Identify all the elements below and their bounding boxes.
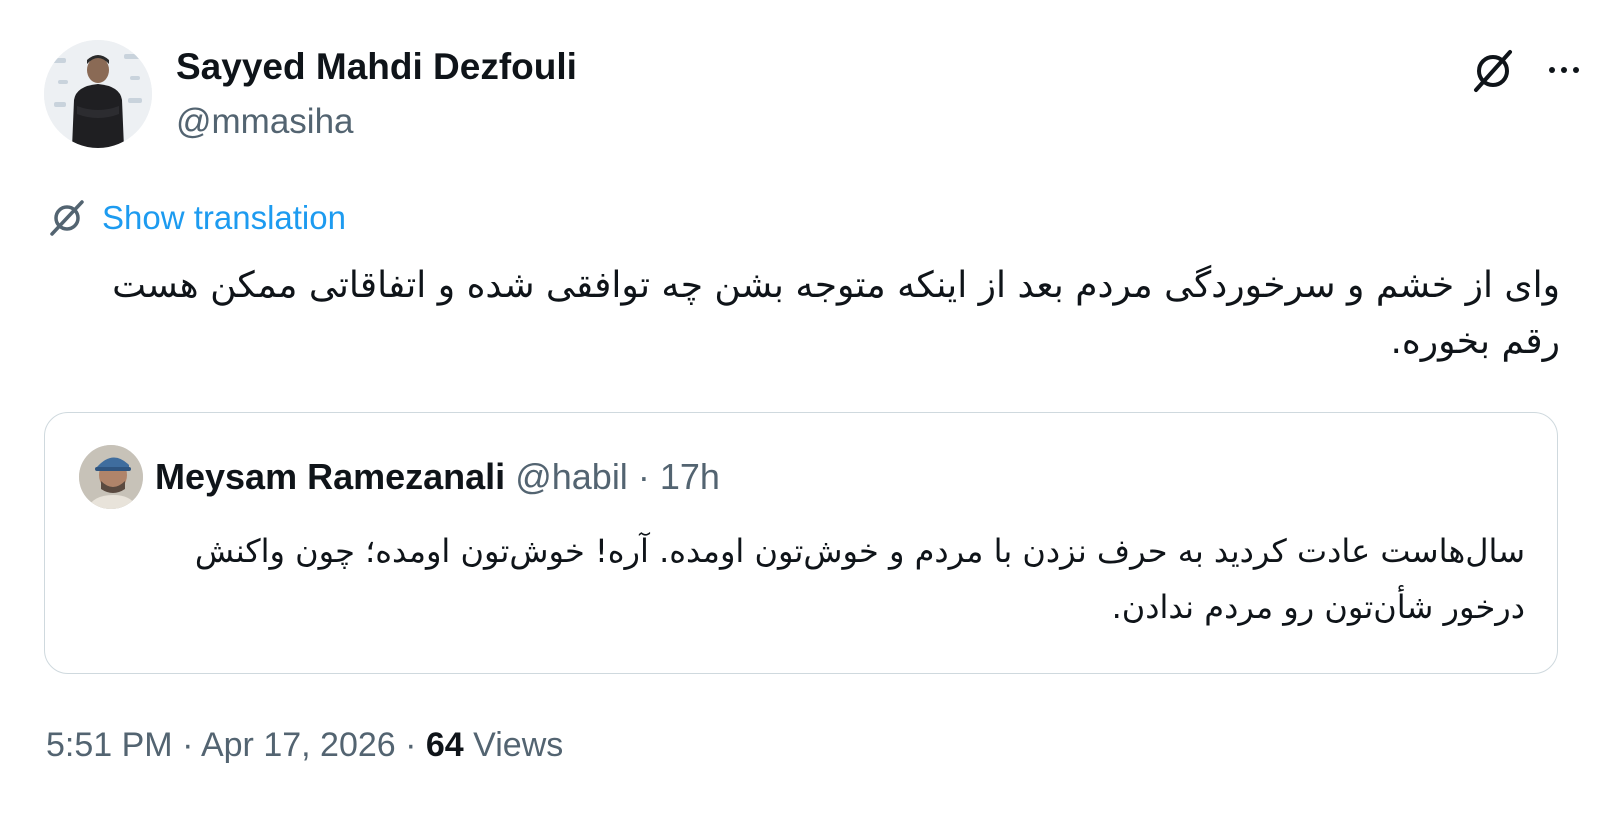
quoted-tweet-card[interactable]: Meysam Ramezanali @habil · 17h سال‌هاست … [44, 412, 1558, 674]
meta-separator: · [172, 726, 201, 764]
quote-author-avatar-image [79, 445, 143, 509]
author-avatar[interactable] [44, 40, 152, 148]
tweet-date[interactable]: Apr 17, 2026 [201, 726, 396, 764]
quote-header: Meysam Ramezanali @habil · 17h [155, 455, 720, 499]
grok-slash-icon [50, 200, 84, 236]
quote-author-handle[interactable]: @habil [515, 456, 628, 497]
show-translation-row[interactable]: Show translation [46, 196, 346, 240]
tweet-time[interactable]: 5:51 PM [46, 726, 173, 764]
more-options-button[interactable] [1540, 46, 1588, 94]
quote-author-avatar[interactable] [79, 445, 143, 509]
author-name[interactable]: Sayyed Mahdi Dezfouli [176, 46, 577, 88]
author-avatar-image [44, 40, 152, 148]
quote-time[interactable]: 17h [660, 456, 720, 497]
quote-text: سال‌هاست عادت کردید به حرف نزدن با مردم … [194, 532, 1525, 626]
more-horizontal-icon [1549, 67, 1555, 73]
grok-slash-icon[interactable] [1466, 44, 1520, 98]
show-translation-link[interactable]: Show translation [102, 199, 346, 237]
tweet-text: وای از خشم و سرخوردگی مردم بعد از اینکه … [112, 265, 1560, 362]
views-label: Views [463, 726, 564, 764]
author-handle[interactable]: @mmasiha [176, 102, 354, 142]
views-count: 64 [425, 726, 464, 764]
tweet-meta: 5:51 PM · Apr 17, 2026 · 64 Views [46, 726, 563, 765]
quote-author-name[interactable]: Meysam Ramezanali [155, 456, 505, 497]
meta-separator: · [395, 726, 426, 764]
quote-separator: · [627, 456, 660, 497]
